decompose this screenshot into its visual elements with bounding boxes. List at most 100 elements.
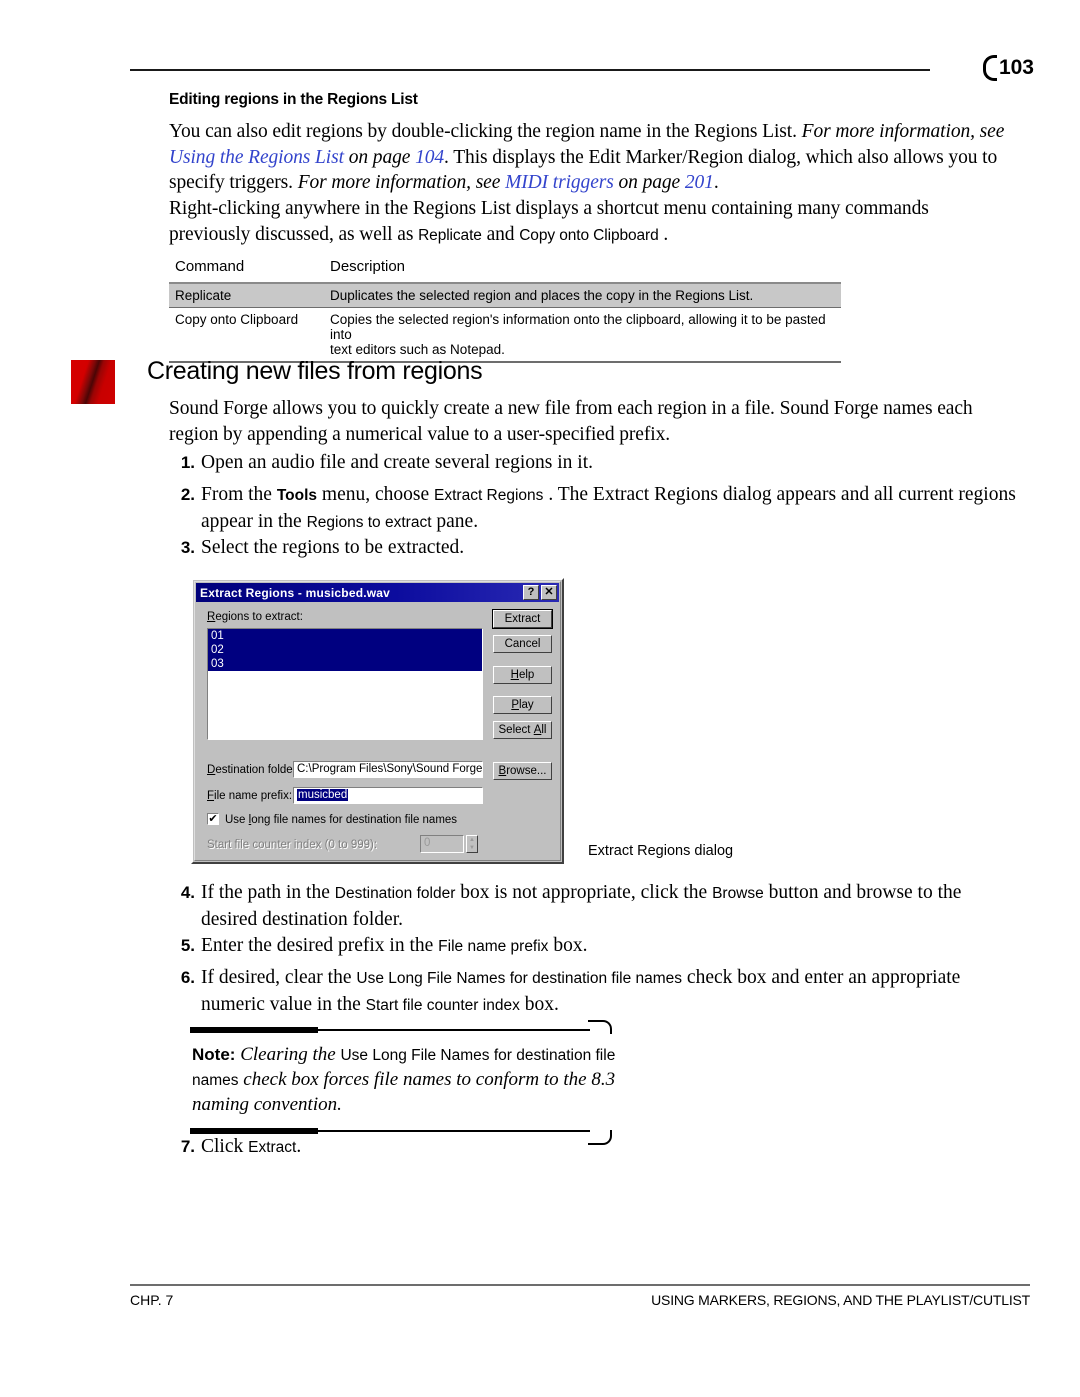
start-file-counter-input[interactable]: 0 [420,835,464,853]
p2-seg-c: . [658,223,669,245]
step-4: 4. If the path in the Destination folder… [169,880,1014,932]
use-long-file-names-label: Use long file names for destination file… [225,814,457,826]
start-file-counter-label: Start file counter index (0 to 999): [207,839,378,851]
note-top-thick-rule [190,1027,318,1033]
section-heading: Creating new files from regions [147,357,483,385]
s2-seg-b: menu, choose [317,484,435,505]
note-callout: Note: Clearing the Use Long File Names f… [190,1020,620,1145]
play-label-rest: lay [518,699,534,711]
table-cell-description: Copies the selected region's information… [330,312,841,357]
ui-term-extract: Extract [248,1139,297,1156]
page-number: 103 [998,56,1034,79]
footer-rule [130,1284,1030,1286]
step-2: 2. From the Tools menu, choose Extract R… [169,482,1027,535]
s6-seg-c: box. [519,993,559,1015]
regions-to-extract-label: Regions to extract: [207,611,303,623]
play-button[interactable]: Play [493,696,552,714]
step-7-number: 7. [180,1137,195,1156]
step-2-number: 2. [180,485,195,504]
browse-button[interactable]: Browse... [493,762,552,780]
step-5-text: Enter the desired prefix in the File nam… [201,933,869,960]
step-3-number: 3. [180,538,195,557]
s4-seg-b: box is not appropriate, click the [455,882,713,903]
table-cell-description: Duplicates the selected region and place… [330,288,754,303]
step-6: 6. If desired, clear the Use Long File N… [169,965,1014,1018]
s5-seg-b: box. [548,935,588,956]
section-intro-paragraph: Sound Forge allows you to quickly create… [169,398,973,445]
extract-regions-dialog[interactable]: Extract Regions - musicbed.wav ? ✕ Regio… [191,578,564,864]
section-marker-icon [71,360,115,404]
spinner-up-icon[interactable]: ▲ [467,836,477,844]
help-label-rest: elp [518,669,535,681]
s6-seg-a: If desired, clear the [201,967,357,988]
table-cell-command: Replicate [175,288,232,303]
footer-chapter: CHP. 7 [130,1292,174,1308]
destination-folder-input[interactable]: C:\Program Files\Sony\Sound Forge [293,761,483,778]
xref-page-201[interactable]: 201 [685,172,714,193]
step-1: 1. Open an audio file and create several… [169,450,869,476]
xref-page-104[interactable]: 104 [415,147,444,168]
dialog-title-bar[interactable]: Extract Regions - musicbed.wav ? ✕ [196,583,559,602]
note-body: Note: Clearing the Use Long File Names f… [190,1040,620,1121]
s4-seg-a: If the path in the [201,882,335,903]
p1-seg-c: on page [343,146,416,168]
select-all-accel: A [533,724,542,736]
file-name-prefix-label: File name prefix: [207,790,292,802]
prefix-selected-text: musicbed [297,789,349,801]
ui-term-browse: Browse [712,885,764,902]
p1-seg-b: For more information, see [801,121,1005,142]
xref-midi-triggers[interactable]: MIDI triggers [505,172,614,193]
browse-accel: B [498,765,507,777]
help-icon[interactable]: ? [523,585,539,600]
ui-term-use-long-file-names: Use Long File Names for destination file… [356,970,683,987]
step-7-text: Click Extract. [201,1134,869,1161]
command-table: Command Description Replicate Duplicates… [169,258,841,363]
note-seg-a: Clearing the [235,1044,341,1065]
regions-label-rest: egions to extract: [215,611,303,623]
table-cell-description-line2: text editors such as Notepad. [330,342,505,357]
p1-seg-a: You can also edit regions by double-clic… [169,121,802,142]
close-icon[interactable]: ✕ [541,585,557,600]
spinner-down-icon[interactable]: ▼ [467,844,477,852]
step-4-text: If the path in the Destination folder bo… [201,880,1014,932]
step-6-text: If desired, clear the Use Long File Name… [201,965,1014,1018]
step-3: 3. Select the regions to be extracted. [169,535,869,561]
table-cell-command: Copy onto Clipboard [175,312,299,327]
start-file-counter-spinner[interactable]: ▲ ▼ [466,835,478,853]
ui-term-copy-onto-clipboard: Copy onto Clipboard [519,226,659,244]
step-3-text: Select the regions to be extracted. [201,537,465,558]
note-top-hook-icon [588,1020,612,1034]
note-seg-b: check box forces file names to conform t… [192,1069,616,1115]
s7-seg-a: Click [201,1136,249,1157]
paragraph-editing-regions: You can also edit regions by double-clic… [169,119,1027,196]
extract-button[interactable]: Extract [492,609,553,629]
destination-folder-label: Destination folder: [207,764,300,776]
s2-seg-d: pane. [431,510,479,532]
prefix-label-rest: ile name prefix: [214,790,293,802]
header-rule [130,69,930,71]
xref-using-regions-list[interactable]: Using the Regions List [169,147,344,168]
select-all-label-start: Select [498,724,534,736]
step-1-number: 1. [180,453,195,472]
select-all-button[interactable]: Select All [493,721,552,739]
step-4-number: 4. [180,883,195,902]
play-accel: P [511,699,519,711]
help-button[interactable]: Help [493,666,552,684]
cbx-label-rest: ong file names for destination file name… [251,814,458,826]
file-name-prefix-input[interactable]: musicbed [293,787,483,804]
list-item[interactable]: 01 [208,629,482,643]
table-header-row: Command Description [169,258,841,282]
p1-seg-e: For more information, see [297,172,506,193]
cbx-label-start: Use [225,814,249,826]
figure-caption: Extract Regions dialog [588,843,734,859]
ui-term-file-name-prefix: File name prefix [438,938,549,955]
list-item[interactable]: 03 [208,657,482,671]
page-bracket-icon [982,55,997,81]
use-long-file-names-checkbox[interactable]: ✔ [207,813,219,825]
help-accel: H [510,669,519,681]
cancel-button[interactable]: Cancel [493,635,552,653]
regions-listbox[interactable]: 01 02 03 [207,628,483,740]
step-6-number: 6. [180,968,195,987]
list-item[interactable]: 02 [208,643,482,657]
p2-seg-b: and [481,223,520,245]
